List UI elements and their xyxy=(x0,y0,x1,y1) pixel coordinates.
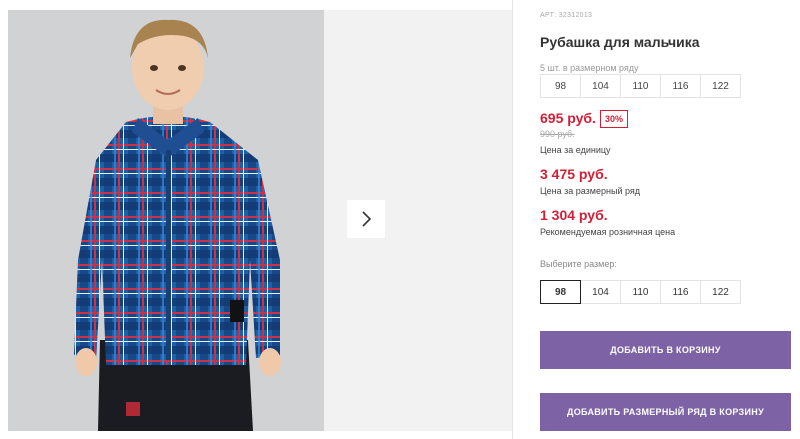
product-photo[interactable] xyxy=(8,10,324,431)
add-series-to-cart-button[interactable]: ДОБАВИТЬ РАЗМЕРНЫЙ РЯД В КОРЗИНУ xyxy=(540,393,791,431)
old-price: 990 руб. xyxy=(540,129,575,139)
series-price: 3 475 руб. xyxy=(540,166,608,182)
unit-price: 695 руб. xyxy=(540,110,596,126)
series-price-label: Цена за размерный ряд xyxy=(540,186,641,196)
size-option-110[interactable]: 110 xyxy=(620,280,661,304)
series-size-item: 110 xyxy=(620,74,661,98)
article-label: АРТ: xyxy=(540,12,557,19)
size-selector: 98 104 110 116 122 xyxy=(540,280,741,304)
series-size-item: 122 xyxy=(700,74,741,98)
size-option-122[interactable]: 122 xyxy=(700,280,741,304)
product-title: Рубашка для мальчика xyxy=(540,34,700,50)
article-value: 32312013 xyxy=(558,12,593,19)
product-gallery xyxy=(0,0,512,439)
size-option-98[interactable]: 98 xyxy=(540,280,581,304)
next-image-button[interactable] xyxy=(347,200,385,238)
panel-divider xyxy=(512,0,513,439)
size-select-label: Выберите размер: xyxy=(540,259,617,269)
rrp-price: 1 304 руб. xyxy=(540,207,608,223)
series-size-item: 104 xyxy=(580,74,621,98)
add-to-cart-button[interactable]: ДОБАВИТЬ В КОРЗИНУ xyxy=(540,331,791,369)
size-option-116[interactable]: 116 xyxy=(660,280,701,304)
unit-price-label: Цена за единицу xyxy=(540,145,611,155)
series-sizes-list: 98 104 110 116 122 xyxy=(540,74,741,98)
series-note: 5 шт. в размерном ряду xyxy=(540,63,639,73)
size-option-104[interactable]: 104 xyxy=(580,280,621,304)
chevron-right-icon xyxy=(362,211,372,227)
rrp-price-label: Рекомендуемая розничная цена xyxy=(540,227,676,237)
discount-badge: 30% xyxy=(600,110,629,128)
series-size-item: 116 xyxy=(660,74,701,98)
boy-shirt-illustration xyxy=(8,10,324,431)
product-info-panel: АРТ: 32312013 Рубашка для мальчика 5 шт.… xyxy=(540,0,800,439)
article-number: АРТ: 32312013 xyxy=(540,12,592,19)
series-size-item: 98 xyxy=(540,74,581,98)
